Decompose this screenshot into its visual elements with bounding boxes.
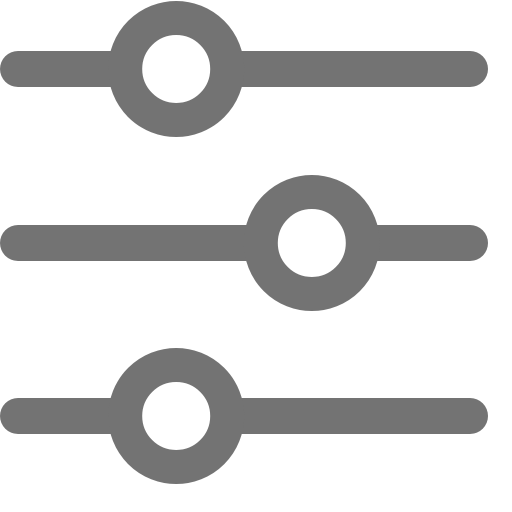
sliders-icon-graphic	[0, 1, 488, 484]
slider-2-knob	[243, 175, 380, 311]
slider-2	[0, 175, 488, 311]
slider-1-knob	[108, 1, 245, 137]
sliders-icon	[0, 0, 512, 512]
slider-1	[0, 1, 488, 137]
slider-3	[0, 348, 488, 484]
slider-3-knob	[108, 348, 245, 484]
